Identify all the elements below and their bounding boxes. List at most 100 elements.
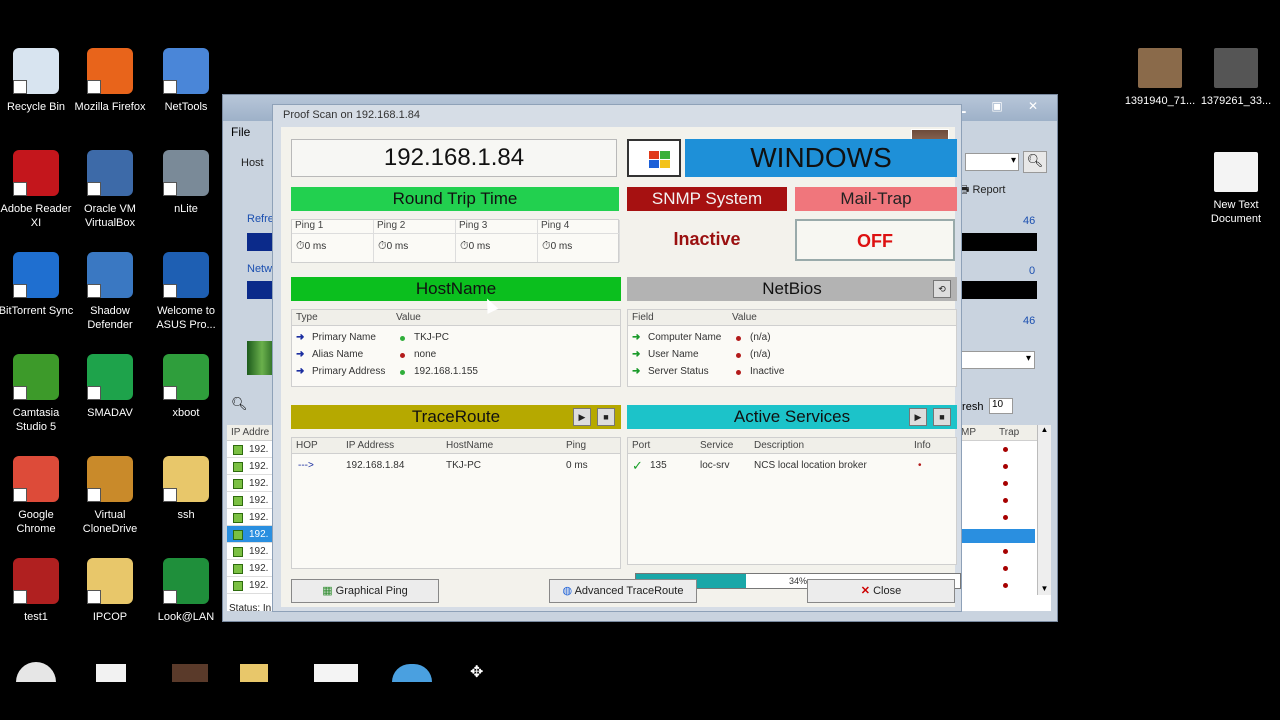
desktop-icon[interactable]: New Text Document [1198,152,1274,226]
magnifier-icon[interactable]: 🔍︎ [231,396,248,411]
ping-cell: Ping 3 ⏱0 ms [456,220,538,262]
desktop-icon-label: Mozilla Firefox [74,101,146,113]
desktop-icon[interactable]: Adobe Reader XI [0,150,74,230]
desktop-icon-label: Look@LAN [157,611,215,623]
netbios-columns[interactable]: Field Value [628,310,956,326]
lookatlan-icon [163,558,209,604]
partial-icon[interactable] [392,664,432,682]
services-stop-button[interactable]: ■ [933,408,951,426]
desktop-icon-label: Adobe Reader XI [0,203,72,229]
scroll-up-arrow[interactable]: ▲ [1038,425,1051,434]
text-document-icon [1214,152,1258,192]
filter-combo[interactable]: ▾ [959,351,1035,369]
network-label: Netw [247,263,273,275]
host-combo[interactable]: ▾ [965,153,1019,171]
desktop-icon[interactable]: 1379261_33... [1198,48,1274,108]
shortcut-arrow-icon [87,488,101,502]
camtasia-icon [13,354,59,400]
check-icon: ✓ [632,458,643,473]
desktop-icon[interactable]: 1391940_71... [1122,48,1198,108]
shortcut-arrow-icon [13,284,27,298]
desktop-icon[interactable]: Mozilla Firefox [72,48,148,114]
graph-icon: ▦ [322,585,336,597]
close-button[interactable]: ✕ Close [807,579,955,603]
count-value: 46 [1023,215,1036,227]
shortcut-arrow-icon [13,80,27,94]
shortcut-arrow-icon [163,80,177,94]
partial-icon[interactable] [96,664,126,682]
close-window-button[interactable]: ✕ [1015,97,1051,115]
desktop-icon-label: Shadow Defender [87,305,133,331]
status-online-icon [233,513,243,523]
report-tab[interactable]: 🖶︎ Report [959,181,1005,200]
menu-file[interactable]: File [231,125,250,139]
partial-icon[interactable] [172,664,208,682]
hostname-value: TKJ-PC [414,332,449,343]
services-columns[interactable]: Port Service Description Info [628,438,956,454]
desktop-icon[interactable]: SMADAV [72,354,148,420]
shortcut-arrow-icon [13,182,27,196]
arrow-right-icon: ➜ [296,349,305,360]
traceroute-play-button[interactable]: ▶ [573,408,591,426]
desktop-icon-label: IPCOP [92,611,128,623]
services-play-button[interactable]: ▶ [909,408,927,426]
selected-row[interactable] [959,529,1035,543]
shortcut-arrow-icon [163,488,177,502]
desktop-icon[interactable]: Recycle Bin [0,48,74,114]
ip-row-value: 192. [249,495,269,506]
desktop-icon[interactable]: xboot [148,354,224,420]
ping-value: 0 ms [468,241,491,252]
ping-label: Ping 3 [456,220,537,234]
netbios-value: Inactive [750,366,785,377]
status-dot-icon [400,336,405,341]
service-description: NCS local location broker [754,460,867,471]
desktop-icon[interactable]: BitTorrent Sync [0,252,74,318]
clonedrive-icon [87,456,133,502]
ping-value-row: ⏱0 ms [374,234,455,253]
refresh-interval-input[interactable]: 10 [989,398,1013,414]
advanced-traceroute-button[interactable]: ◍ Advanced TraceRoute [549,579,697,603]
search-button[interactable]: 🔍︎ [1023,151,1047,173]
partial-icon[interactable]: ✥ [470,662,490,682]
hostname-columns[interactable]: Type Value [292,310,620,326]
hostname-header: HostName [291,277,621,301]
desktop-icon[interactable]: nLite [148,150,224,216]
partial-icon[interactable] [16,662,56,682]
scroll-down-arrow[interactable]: ▼ [1038,584,1051,593]
ping-value-row: ⏱0 ms [292,234,373,253]
graphical-ping-button[interactable]: ▦ Graphical Ping [291,579,439,603]
desktop-icon[interactable]: Virtual CloneDrive [72,456,148,536]
netbios-refresh-button[interactable]: ⟲ [933,280,951,298]
desktop-icon[interactable]: Shadow Defender [72,252,148,332]
netbios-field: Computer Name [648,332,722,343]
desktop-icon[interactable]: Google Chrome [0,456,74,536]
desktop-icon[interactable]: IPCOP [72,558,148,624]
desktop-icon[interactable]: test1 [0,558,74,624]
maximize-button[interactable]: ▣ [979,97,1015,115]
status-online-icon [233,564,243,574]
traceroute-columns[interactable]: HOP IP Address HostName Ping [292,438,620,454]
scrollbar[interactable]: ▲ ▼ [1037,425,1051,595]
firefox-icon [87,48,133,94]
desktop-icon[interactable]: Look@LAN [148,558,224,624]
desktop-icon[interactable]: Welcome to ASUS Pro... [148,252,224,332]
traceroute-header: TraceRoute [291,405,621,429]
desktop-icon[interactable]: Oracle VM VirtualBox [72,150,148,230]
desktop-icon[interactable]: Camtasia Studio 5 [0,354,74,434]
ping-cell: Ping 4 ⏱0 ms [538,220,620,262]
count-bar [959,281,1037,299]
arrow-right-icon: ➜ [632,332,641,343]
desktop-icon[interactable]: NetTools [148,48,224,114]
partial-icon[interactable] [314,664,358,682]
shortcut-arrow-icon [13,386,27,400]
traceroute-stop-button[interactable]: ■ [597,408,615,426]
desktop-icon[interactable]: ssh [148,456,224,522]
mailtrap-status[interactable]: OFF [795,219,955,261]
ping-cell: Ping 1 ⏱0 ms [292,220,374,262]
status-online-icon [233,462,243,472]
partial-icon[interactable] [240,664,268,682]
arrow-right-icon: ➜ [296,366,305,377]
shortcut-arrow-icon [87,80,101,94]
desktop-icon-label: Camtasia Studio 5 [12,407,60,433]
ping-label: Ping 2 [374,220,455,234]
